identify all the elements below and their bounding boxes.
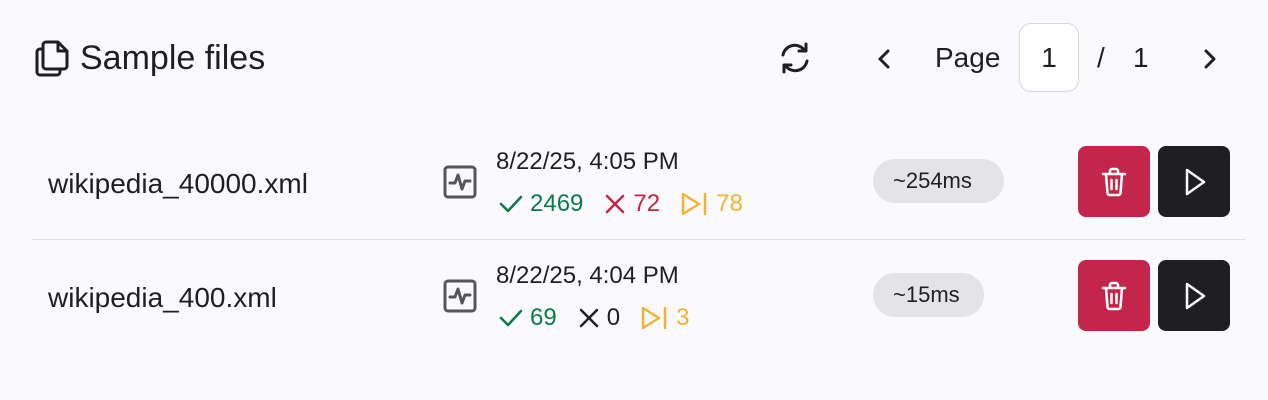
file-row: wikipedia_400.xml 8/22/25, 4:04 PM 69 0 … (32, 240, 1246, 353)
chevron-right-icon[interactable] (1198, 44, 1222, 74)
x-icon (579, 308, 598, 328)
trash-icon (1101, 167, 1127, 196)
skipped-stat: 3 (640, 302, 689, 334)
page-number-input[interactable] (1019, 23, 1079, 92)
copy-icon (35, 40, 69, 77)
page-separator: / (1097, 42, 1105, 73)
delete-button[interactable] (1078, 146, 1150, 217)
passed-stat: 2469 (498, 188, 583, 220)
failed-stat: 0 (577, 302, 620, 334)
chevron-left-icon[interactable] (872, 44, 896, 74)
skipped-stat: 78 (680, 188, 743, 220)
trash-icon (1101, 281, 1127, 310)
passed-count: 2469 (530, 190, 584, 217)
duration-badge: ~254ms (873, 159, 1004, 203)
activity-icon[interactable] (442, 278, 478, 314)
skip-forward-icon (641, 306, 667, 330)
activity-icon[interactable] (442, 164, 478, 200)
file-row: wikipedia_40000.xml 8/22/25, 4:05 PM 246… (32, 126, 1246, 240)
result-stats: 2469 72 78 (498, 188, 763, 220)
run-date: 8/22/25, 4:04 PM (496, 262, 679, 289)
refresh-icon[interactable] (777, 40, 813, 76)
delete-button[interactable] (1078, 260, 1150, 331)
title-area: Sample files (34, 38, 265, 78)
passed-count: 69 (530, 304, 557, 331)
check-icon (499, 195, 523, 213)
run-button[interactable] (1158, 260, 1230, 331)
check-icon (499, 309, 523, 327)
duration-badge: ~15ms (873, 273, 984, 317)
skip-forward-icon (681, 192, 707, 216)
total-pages: 1 (1133, 42, 1149, 73)
file-name: wikipedia_400.xml (48, 282, 277, 313)
run-date: 8/22/25, 4:05 PM (496, 148, 679, 175)
x-icon (606, 194, 625, 214)
failed-count: 0 (606, 304, 621, 331)
skipped-count: 3 (676, 304, 690, 331)
page-label: Page (935, 42, 1001, 73)
failed-count: 72 (633, 190, 661, 217)
play-icon (1185, 168, 1206, 195)
skipped-count: 78 (716, 190, 743, 217)
passed-stat: 69 (498, 302, 557, 334)
file-name: wikipedia_40000.xml (48, 168, 308, 199)
result-stats: 69 0 3 (498, 302, 709, 334)
play-icon (1185, 282, 1206, 309)
failed-stat: 72 (603, 188, 660, 220)
run-button[interactable] (1158, 146, 1230, 217)
page-title: Sample files (80, 39, 266, 77)
header: Sample files Page / 1 (0, 0, 1268, 120)
